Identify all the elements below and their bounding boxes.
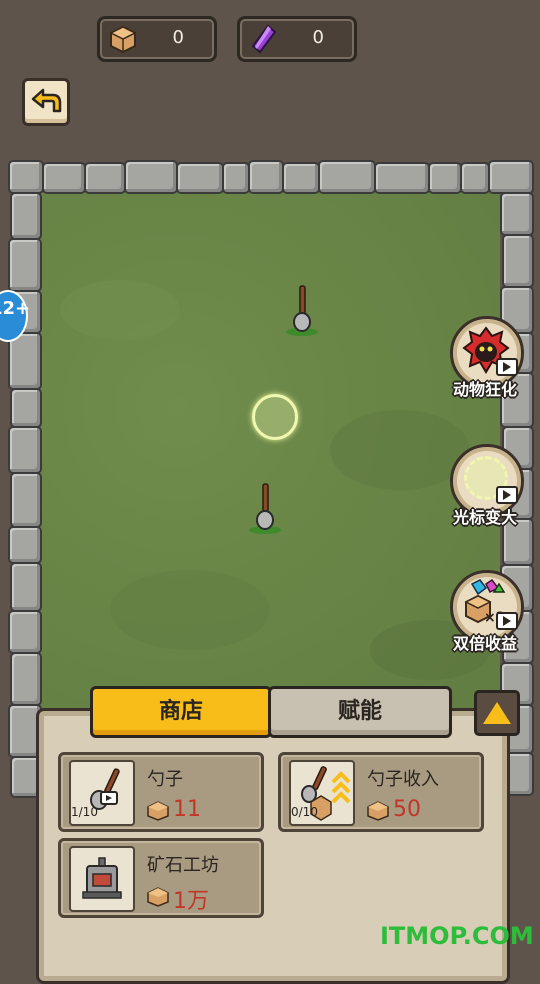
back-button[interactable]	[22, 78, 70, 126]
crate-icon	[109, 25, 137, 54]
ability-cursor-enlarge[interactable]: 光标变大	[448, 444, 524, 527]
ability-label: 动物狂化	[452, 380, 517, 399]
shop-item-spoon[interactable]: 1/10 勺子 11	[58, 752, 264, 832]
ability-label: 双倍收益	[452, 634, 517, 653]
tab-talent[interactable]: 赋能	[268, 686, 452, 738]
ability-label: 光标变大	[452, 508, 517, 527]
video-ad-icon	[496, 486, 518, 504]
ability-beast-rage[interactable]: 动物狂化	[448, 316, 524, 399]
collapse-panel-button[interactable]	[474, 690, 520, 736]
workshop-icon	[82, 857, 122, 899]
crystal-icon	[251, 24, 277, 54]
item-price: 50	[393, 797, 421, 822]
wood-value: 0	[172, 27, 184, 48]
spoon-unit[interactable]	[243, 482, 287, 536]
video-ad-icon	[496, 358, 518, 376]
crate-icon	[147, 887, 169, 907]
gem-value: 0	[312, 27, 324, 48]
item-level: 1/10	[71, 805, 98, 819]
shop-item-ore-workshop[interactable]: 矿石工坊 1万	[58, 838, 264, 918]
ability-double-income[interactable]: ×2 双倍收益	[448, 570, 524, 653]
spoon-unit[interactable]	[280, 284, 324, 338]
gem-counter: 0	[237, 16, 357, 62]
item-name: 勺子收入	[367, 769, 439, 790]
age-rating-value: 12+	[0, 298, 31, 319]
item-price: 1万	[173, 889, 209, 914]
watermark: ITMOP.COM	[380, 922, 534, 950]
video-ad-icon	[496, 612, 518, 630]
wood-counter: 0	[97, 16, 217, 62]
tab-shop[interactable]: 商店	[90, 686, 272, 738]
crate-icon	[147, 801, 169, 821]
item-name: 勺子	[147, 769, 183, 790]
cursor-circle	[252, 394, 298, 440]
back-arrow-icon	[31, 88, 62, 113]
crate-icon	[367, 801, 389, 821]
item-level: 0/10	[291, 805, 318, 819]
item-price: 11	[173, 797, 201, 822]
item-thumbnail	[69, 846, 135, 912]
item-name: 矿石工坊	[147, 855, 219, 876]
shop-item-spoon-income[interactable]: 0/10 勺子收入 50	[278, 752, 484, 832]
